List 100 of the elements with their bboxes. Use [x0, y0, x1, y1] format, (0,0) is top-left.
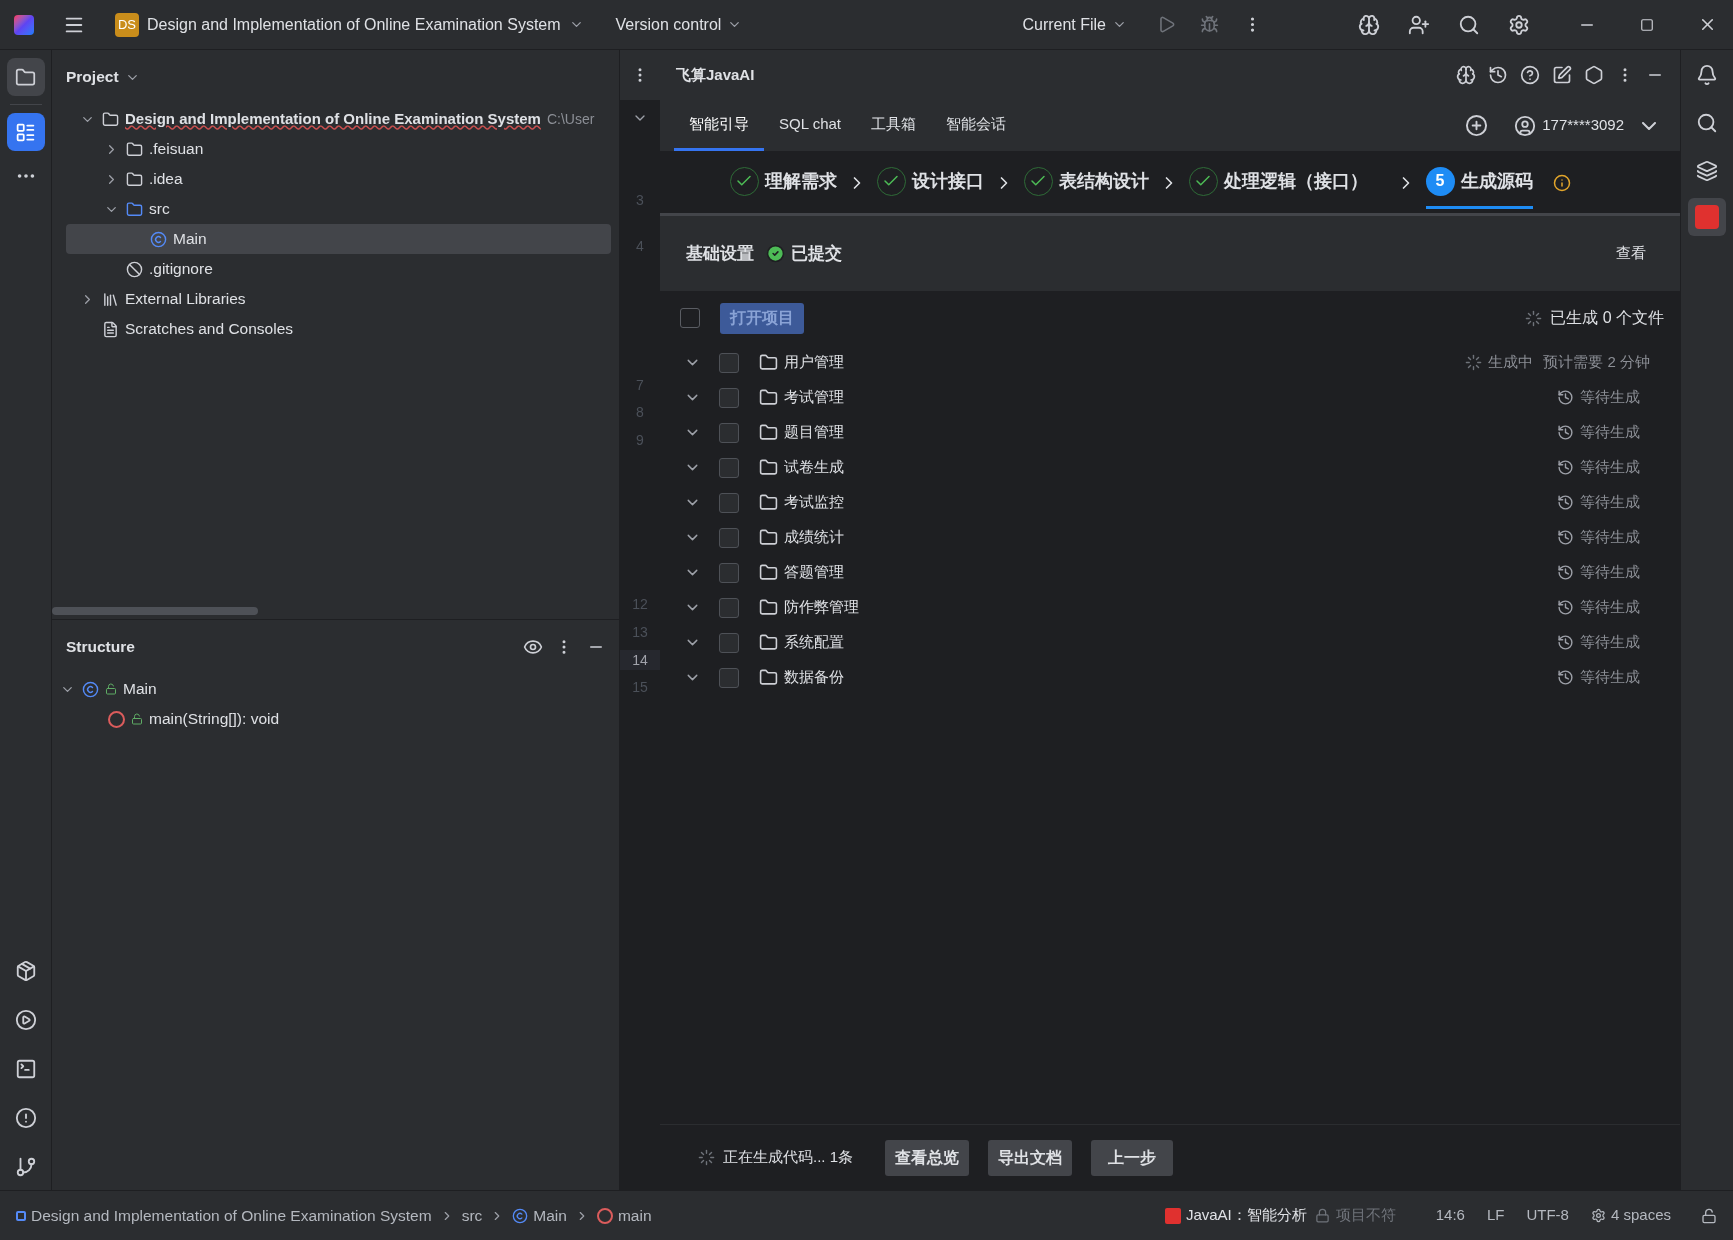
module-checkbox[interactable]	[719, 457, 739, 478]
module-status: 等待生成	[1580, 492, 1640, 513]
tree-item[interactable]: Main	[66, 224, 611, 254]
footer-button[interactable]: 导出文档	[988, 1139, 1072, 1176]
breadcrumb[interactable]: Design and Implementation of Online Examination System	[16, 1203, 432, 1228]
module-checkbox[interactable]	[719, 667, 739, 688]
waiting-icon	[1557, 599, 1574, 616]
structure-tool-button[interactable]	[6, 113, 45, 151]
module-checkbox[interactable]	[719, 632, 739, 653]
brain-icon[interactable]	[1456, 65, 1476, 85]
view-link[interactable]: 查看	[1616, 242, 1646, 265]
info-icon[interactable]	[1552, 173, 1571, 192]
plugin-logo-icon	[1164, 1207, 1181, 1224]
structure-item[interactable]: Main	[56, 674, 615, 704]
breadcrumb[interactable]: main	[596, 1203, 652, 1228]
debug-icon[interactable]	[1200, 15, 1219, 34]
tree-item[interactable]: Scratches and Consoles	[66, 314, 611, 344]
step[interactable]: 设计接口	[876, 156, 984, 209]
module-checkbox[interactable]	[719, 527, 739, 548]
ai-search-icon[interactable]	[1696, 112, 1718, 134]
folder-icon	[759, 353, 778, 372]
tree-item[interactable]: src	[66, 194, 611, 224]
add-icon[interactable]	[1465, 114, 1489, 137]
public-lock-icon	[131, 713, 143, 725]
step[interactable]: 理解需求	[729, 156, 837, 209]
run-config-menu[interactable]: Current File	[1022, 12, 1127, 37]
footer-button[interactable]: 查看总览	[885, 1139, 969, 1176]
problems-icon[interactable]	[14, 1107, 37, 1129]
file-encoding[interactable]: UTF-8	[1526, 1204, 1569, 1227]
run-tool-icon[interactable]	[14, 1009, 37, 1031]
libraries-icon	[102, 290, 119, 308]
folder-icon	[126, 170, 143, 188]
ai-panel-title: 飞算JavaAI	[676, 64, 755, 85]
waiting-icon	[1557, 529, 1574, 546]
panel-tab[interactable]: 工具箱	[856, 100, 931, 151]
module-checkbox[interactable]	[719, 387, 739, 408]
source-folder-icon	[126, 200, 143, 218]
add-user-icon[interactable]	[1408, 13, 1430, 36]
module-status: 等待生成	[1580, 422, 1640, 443]
caret-position[interactable]: 14:6	[1435, 1204, 1465, 1227]
step[interactable]: 5 生成源码	[1425, 156, 1533, 209]
settings-title: 基础设置	[686, 242, 754, 265]
spinner-icon	[1465, 354, 1483, 371]
folder-icon	[759, 598, 778, 617]
module-checkbox[interactable]	[719, 562, 739, 583]
select-all-checkbox[interactable]	[680, 308, 700, 328]
lock-text: 项目不符	[1335, 1205, 1396, 1226]
module-status: 等待生成	[1580, 667, 1640, 688]
module-checkbox[interactable]	[719, 492, 739, 513]
module-status: 等待生成	[1580, 527, 1640, 548]
step[interactable]: 处理逻辑（接口）	[1188, 156, 1368, 209]
panel-tab[interactable]: 智能会话	[931, 100, 1021, 151]
services-icon[interactable]	[14, 960, 37, 982]
edit-icon[interactable]	[1552, 65, 1572, 85]
footer-button[interactable]: 上一步	[1091, 1139, 1173, 1176]
structure-item[interactable]: main(String[]): void	[56, 704, 615, 734]
line-separator[interactable]: LF	[1486, 1204, 1505, 1227]
breadcrumb[interactable]: Main	[512, 1203, 567, 1228]
vcs-menu[interactable]: Version control	[615, 12, 743, 37]
terminal-icon[interactable]	[14, 1058, 37, 1080]
module-checkbox[interactable]	[719, 597, 739, 618]
tree-item[interactable]: .gitignore	[66, 254, 611, 284]
tree-item[interactable]: .feisuan	[66, 134, 611, 164]
tree-item-label: Design and Implementation of Online Examination System	[125, 108, 541, 129]
tree-item[interactable]: Design and Implementation of Online Examination System C:\User	[66, 104, 611, 134]
view-options-icon[interactable]	[523, 637, 543, 657]
project-panel-title[interactable]: Project	[66, 65, 119, 89]
tree-item[interactable]: .idea	[66, 164, 611, 194]
submitted-icon	[766, 244, 785, 263]
git-icon[interactable]	[14, 1156, 37, 1178]
folder-icon	[759, 388, 778, 407]
help-icon[interactable]	[1520, 65, 1540, 85]
structure-icon	[15, 121, 36, 143]
search-icon[interactable]	[1458, 13, 1480, 36]
history-icon[interactable]	[1488, 65, 1508, 85]
step-label: 处理逻辑（接口）	[1223, 169, 1368, 193]
folder-icon	[759, 668, 778, 687]
account-menu[interactable]: 177****3092	[1514, 114, 1656, 137]
panel-tab[interactable]: SQL chat	[764, 100, 856, 151]
project-tool-button[interactable]	[6, 58, 45, 96]
project-badge: DS	[115, 12, 139, 37]
step-label: 设计接口	[911, 169, 984, 193]
project-switcher[interactable]: DS Design and Implementation of Online Examination System	[111, 12, 588, 37]
plugin-status[interactable]: JavaAI：智能分析	[1164, 1204, 1307, 1227]
notifications-icon[interactable]	[1696, 64, 1718, 86]
indent-setting[interactable]: 4 spaces	[1590, 1204, 1671, 1227]
breadcrumb[interactable]: src	[461, 1203, 483, 1228]
maximize-icon[interactable]	[1640, 17, 1654, 32]
waiting-icon	[1557, 494, 1574, 511]
step[interactable]: 表结构设计	[1023, 156, 1149, 209]
module-checkbox[interactable]	[719, 352, 739, 373]
user-icon	[1514, 114, 1537, 137]
module-checkbox[interactable]	[719, 422, 739, 443]
folder-icon	[759, 423, 778, 442]
read-only-toggle-icon[interactable]	[1701, 1207, 1717, 1224]
horizontal-scrollbar[interactable]	[52, 607, 258, 615]
tree-item[interactable]: External Libraries	[66, 284, 611, 314]
plugin-tool-button[interactable]	[1688, 198, 1726, 236]
settings-status: 已提交	[791, 242, 842, 265]
run-icon[interactable]	[1157, 15, 1176, 34]
